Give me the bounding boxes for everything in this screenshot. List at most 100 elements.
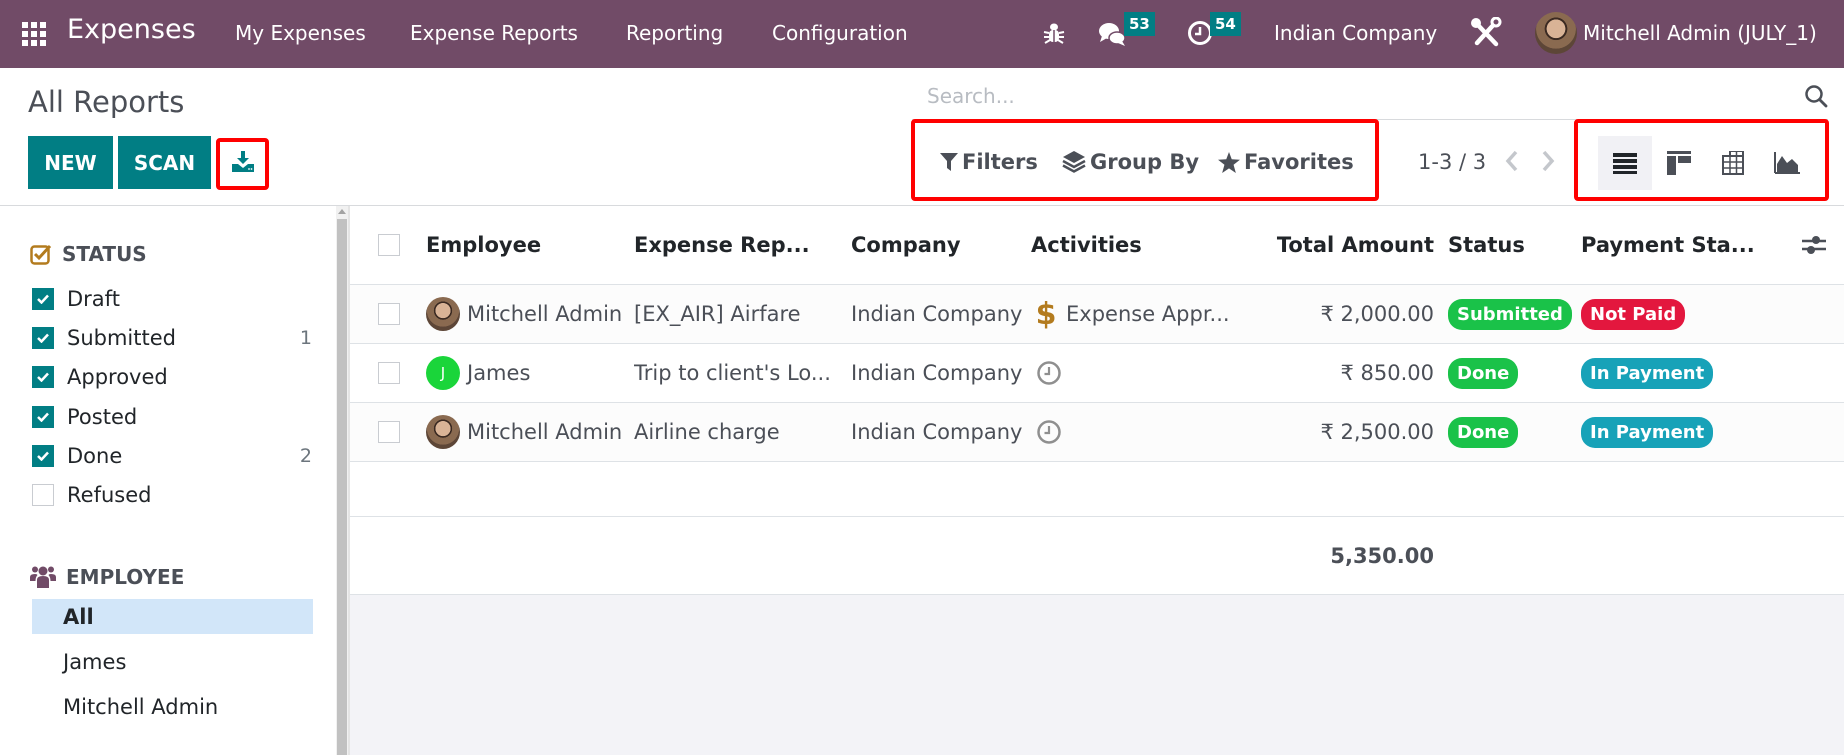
expense-reports-list: Employee Expense Rep... Company Activiti…	[350, 206, 1844, 755]
row-checkbox[interactable]	[378, 421, 400, 443]
pager-value[interactable]: 1-3 / 3	[1418, 150, 1486, 174]
select-all-checkbox[interactable]	[378, 234, 400, 256]
employee-filter-james[interactable]: James	[32, 644, 313, 679]
scroll-up-arrow-icon[interactable]	[338, 209, 346, 214]
status-label: Refused	[67, 483, 152, 507]
filters-label: Filters	[962, 150, 1038, 174]
favorites-button[interactable]: Favorites	[1218, 150, 1354, 174]
checkbox-checked[interactable]	[32, 288, 54, 310]
table-row[interactable]: Mitchell Admin [EX_AIR] Airfare Indian C…	[350, 285, 1844, 344]
activity-cell[interactable]	[1036, 344, 1062, 402]
scrollbar-thumb[interactable]	[337, 219, 347, 755]
total-amount-cell: ₹ 2,500.00	[1320, 420, 1434, 444]
employee-filter-mitchell-admin[interactable]: Mitchell Admin	[32, 689, 313, 724]
menu-configuration[interactable]: Configuration	[772, 21, 908, 45]
pager-next-button[interactable]	[1541, 150, 1555, 178]
sidebar-scrollbar[interactable]	[336, 206, 348, 755]
scan-button[interactable]: SCAN	[118, 136, 211, 189]
menu-my-expenses[interactable]: My Expenses	[235, 21, 366, 45]
status-cell: Done	[1448, 403, 1519, 461]
payment-status-cell: In Payment	[1581, 403, 1714, 461]
table-row[interactable]: J James Trip to client's Lo... Indian Co…	[350, 344, 1844, 403]
view-kanban-button[interactable]	[1652, 136, 1706, 190]
payment-status-badge: In Payment	[1581, 416, 1714, 448]
filter-funnel-icon	[940, 153, 958, 171]
clock-icon	[1037, 361, 1061, 385]
search-input[interactable]	[927, 84, 1777, 108]
status-filter-refused[interactable]: Refused	[32, 480, 312, 510]
status-badge: Submitted	[1448, 298, 1572, 330]
user-menu[interactable]: Mitchell Admin (JULY_1)	[1535, 12, 1817, 54]
settings-tools-icon[interactable]	[1470, 16, 1502, 53]
status-filter-submitted[interactable]: Submitted 1	[32, 323, 312, 353]
status-filter-approved[interactable]: Approved	[32, 362, 312, 392]
status-filter-posted[interactable]: Posted	[32, 402, 312, 432]
layers-icon	[1062, 151, 1086, 173]
status-filter-draft[interactable]: Draft	[32, 284, 312, 314]
group-by-button[interactable]: Group By	[1062, 150, 1199, 174]
checkbox-checked[interactable]	[32, 406, 54, 428]
area-chart-icon	[1774, 152, 1800, 174]
view-graph-button[interactable]	[1760, 136, 1814, 190]
checkbox-checked[interactable]	[32, 327, 54, 349]
company-cell: Indian Company	[851, 361, 1023, 385]
messages-count-badge: 53	[1124, 12, 1155, 36]
page-title: All Reports	[28, 85, 185, 119]
row-checkbox[interactable]	[378, 362, 400, 384]
status-label: Done	[67, 444, 123, 468]
clock-icon	[1037, 420, 1061, 444]
users-group-icon	[30, 566, 56, 588]
apps-menu-icon[interactable]	[22, 22, 46, 46]
checkbox-checked[interactable]	[32, 366, 54, 388]
activity-summary: Expense Appr...	[1066, 302, 1230, 326]
view-list-button[interactable]	[1598, 136, 1652, 190]
filters-button[interactable]: Filters	[940, 150, 1038, 174]
activity-cell[interactable]: $ Expense Appr...	[1036, 285, 1230, 343]
employee-filter-all[interactable]: All	[32, 599, 313, 634]
status-cell: Submitted	[1448, 285, 1572, 343]
menu-expense-reports[interactable]: Expense Reports	[410, 21, 578, 45]
column-header-employee[interactable]: Employee	[426, 206, 541, 284]
column-header-company[interactable]: Company	[851, 206, 961, 284]
search-icon[interactable]	[1804, 84, 1828, 112]
chevron-right-icon	[1542, 150, 1555, 172]
column-header-total-amount[interactable]: Total Amount	[1250, 206, 1434, 284]
debug-bug-icon[interactable]	[1043, 21, 1065, 49]
list-view-icon	[1613, 153, 1637, 174]
company-switcher[interactable]: Indian Company	[1274, 21, 1437, 45]
employee-initial-avatar: J	[426, 356, 460, 390]
employee-name: Mitchell Admin	[467, 302, 623, 326]
top-navbar: Expenses My Expenses Expense Reports Rep…	[0, 0, 1844, 68]
app-name[interactable]: Expenses	[67, 14, 196, 45]
search-bar	[912, 80, 1828, 120]
table-row[interactable]: Mitchell Admin Airline charge Indian Com…	[350, 403, 1844, 462]
status-label: Submitted	[67, 326, 176, 350]
check-icon	[37, 451, 49, 461]
check-icon	[37, 412, 49, 422]
status-label: Approved	[67, 365, 168, 389]
column-header-status[interactable]: Status	[1448, 206, 1525, 284]
row-checkbox[interactable]	[378, 303, 400, 325]
menu-reporting[interactable]: Reporting	[626, 21, 723, 45]
checkbox-unchecked[interactable]	[32, 484, 54, 506]
new-button[interactable]: NEW	[28, 136, 113, 189]
status-filter-done[interactable]: Done 2	[32, 441, 312, 471]
check-icon	[37, 333, 49, 343]
empty-row	[350, 462, 1844, 517]
download-button[interactable]	[216, 138, 269, 190]
company-cell: Indian Company	[851, 420, 1023, 444]
column-header-expense-report[interactable]: Expense Rep...	[634, 206, 810, 284]
column-header-activities[interactable]: Activities	[1031, 206, 1142, 284]
checkbox-checked[interactable]	[32, 445, 54, 467]
column-header-payment-status[interactable]: Payment Sta...	[1581, 206, 1755, 284]
expense-report-cell: Trip to client's Lo...	[634, 361, 831, 385]
activity-cell[interactable]	[1036, 403, 1062, 461]
company-cell: Indian Company	[851, 302, 1023, 326]
optional-columns-toggle[interactable]	[1802, 206, 1826, 284]
view-pivot-button[interactable]	[1706, 136, 1760, 190]
table-header-row: Employee Expense Rep... Company Activiti…	[350, 206, 1844, 285]
pager-previous-button[interactable]	[1505, 150, 1519, 178]
chevron-left-icon	[1505, 150, 1518, 172]
total-amount-cell: ₹ 2,000.00	[1320, 302, 1434, 326]
status-section-header: STATUS	[30, 242, 147, 266]
